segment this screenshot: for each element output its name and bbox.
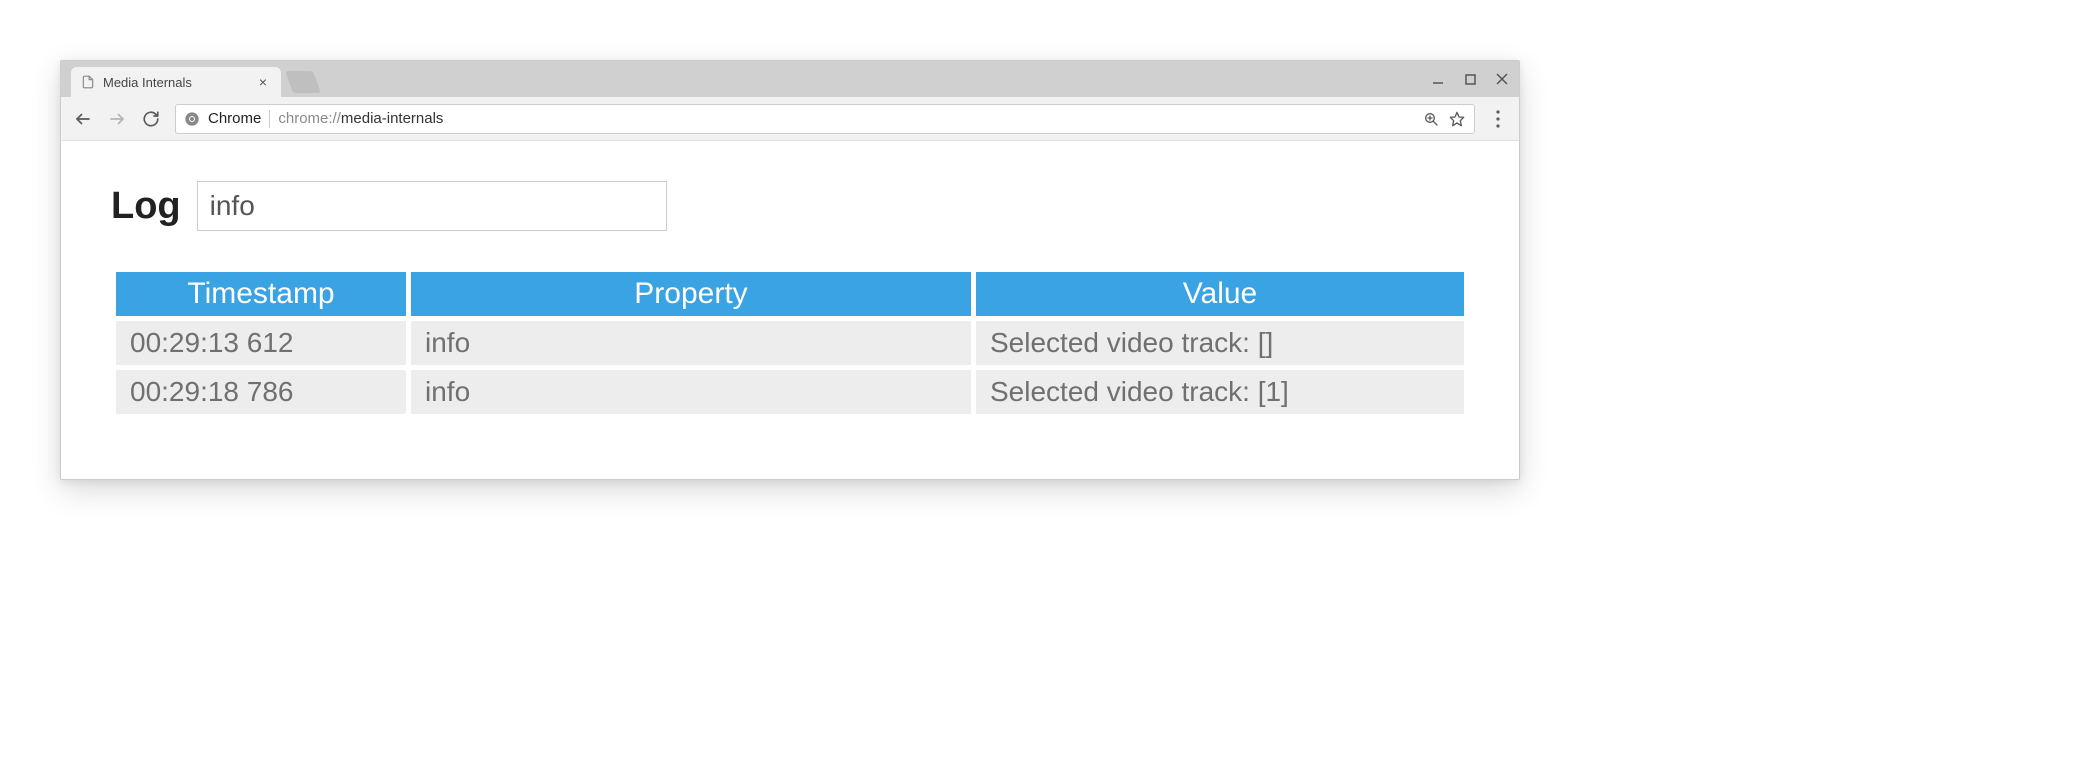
log-header: Log (111, 181, 1469, 231)
log-heading: Log (111, 185, 181, 228)
url-divider (269, 110, 270, 128)
col-header-property: Property (411, 272, 971, 316)
browser-window: Media Internals × (60, 60, 1520, 480)
back-icon[interactable] (73, 109, 93, 129)
cell-timestamp: 00:29:18 786 (116, 370, 406, 414)
page-content: Log Timestamp Property Value 00:29:13 61… (61, 141, 1519, 479)
window-controls (1431, 61, 1509, 97)
browser-tab[interactable]: Media Internals × (71, 67, 281, 97)
browser-toolbar: Chrome chrome://media-internals (61, 97, 1519, 141)
new-tab-button[interactable] (285, 71, 321, 93)
col-header-value: Value (976, 272, 1464, 316)
url-text: chrome://media-internals (278, 110, 443, 127)
table-row: 00:29:13 612 info Selected video track: … (116, 321, 1464, 365)
log-table: Timestamp Property Value 00:29:13 612 in… (111, 267, 1469, 419)
kebab-menu-icon[interactable] (1489, 110, 1507, 128)
cell-value: Selected video track: [] (976, 321, 1464, 365)
cell-property: info (411, 321, 971, 365)
zoom-icon[interactable] (1422, 110, 1440, 128)
cell-property: info (411, 370, 971, 414)
close-window-icon[interactable] (1495, 72, 1509, 86)
cell-value: Selected video track: [1] (976, 370, 1464, 414)
table-header-row: Timestamp Property Value (116, 272, 1464, 316)
col-header-timestamp: Timestamp (116, 272, 406, 316)
tab-title: Media Internals (103, 75, 247, 90)
minimize-icon[interactable] (1431, 72, 1445, 86)
table-row: 00:29:18 786 info Selected video track: … (116, 370, 1464, 414)
maximize-icon[interactable] (1463, 72, 1477, 86)
close-tab-icon[interactable]: × (255, 74, 271, 90)
forward-icon (107, 109, 127, 129)
address-bar[interactable]: Chrome chrome://media-internals (175, 104, 1475, 134)
star-icon[interactable] (1448, 110, 1466, 128)
url-scheme-label: Chrome (208, 110, 261, 127)
page-icon (81, 75, 95, 89)
reload-icon[interactable] (141, 109, 161, 129)
cell-timestamp: 00:29:13 612 (116, 321, 406, 365)
tab-strip: Media Internals × (61, 61, 1519, 97)
log-filter-input[interactable] (197, 181, 667, 231)
chrome-icon (184, 111, 200, 127)
